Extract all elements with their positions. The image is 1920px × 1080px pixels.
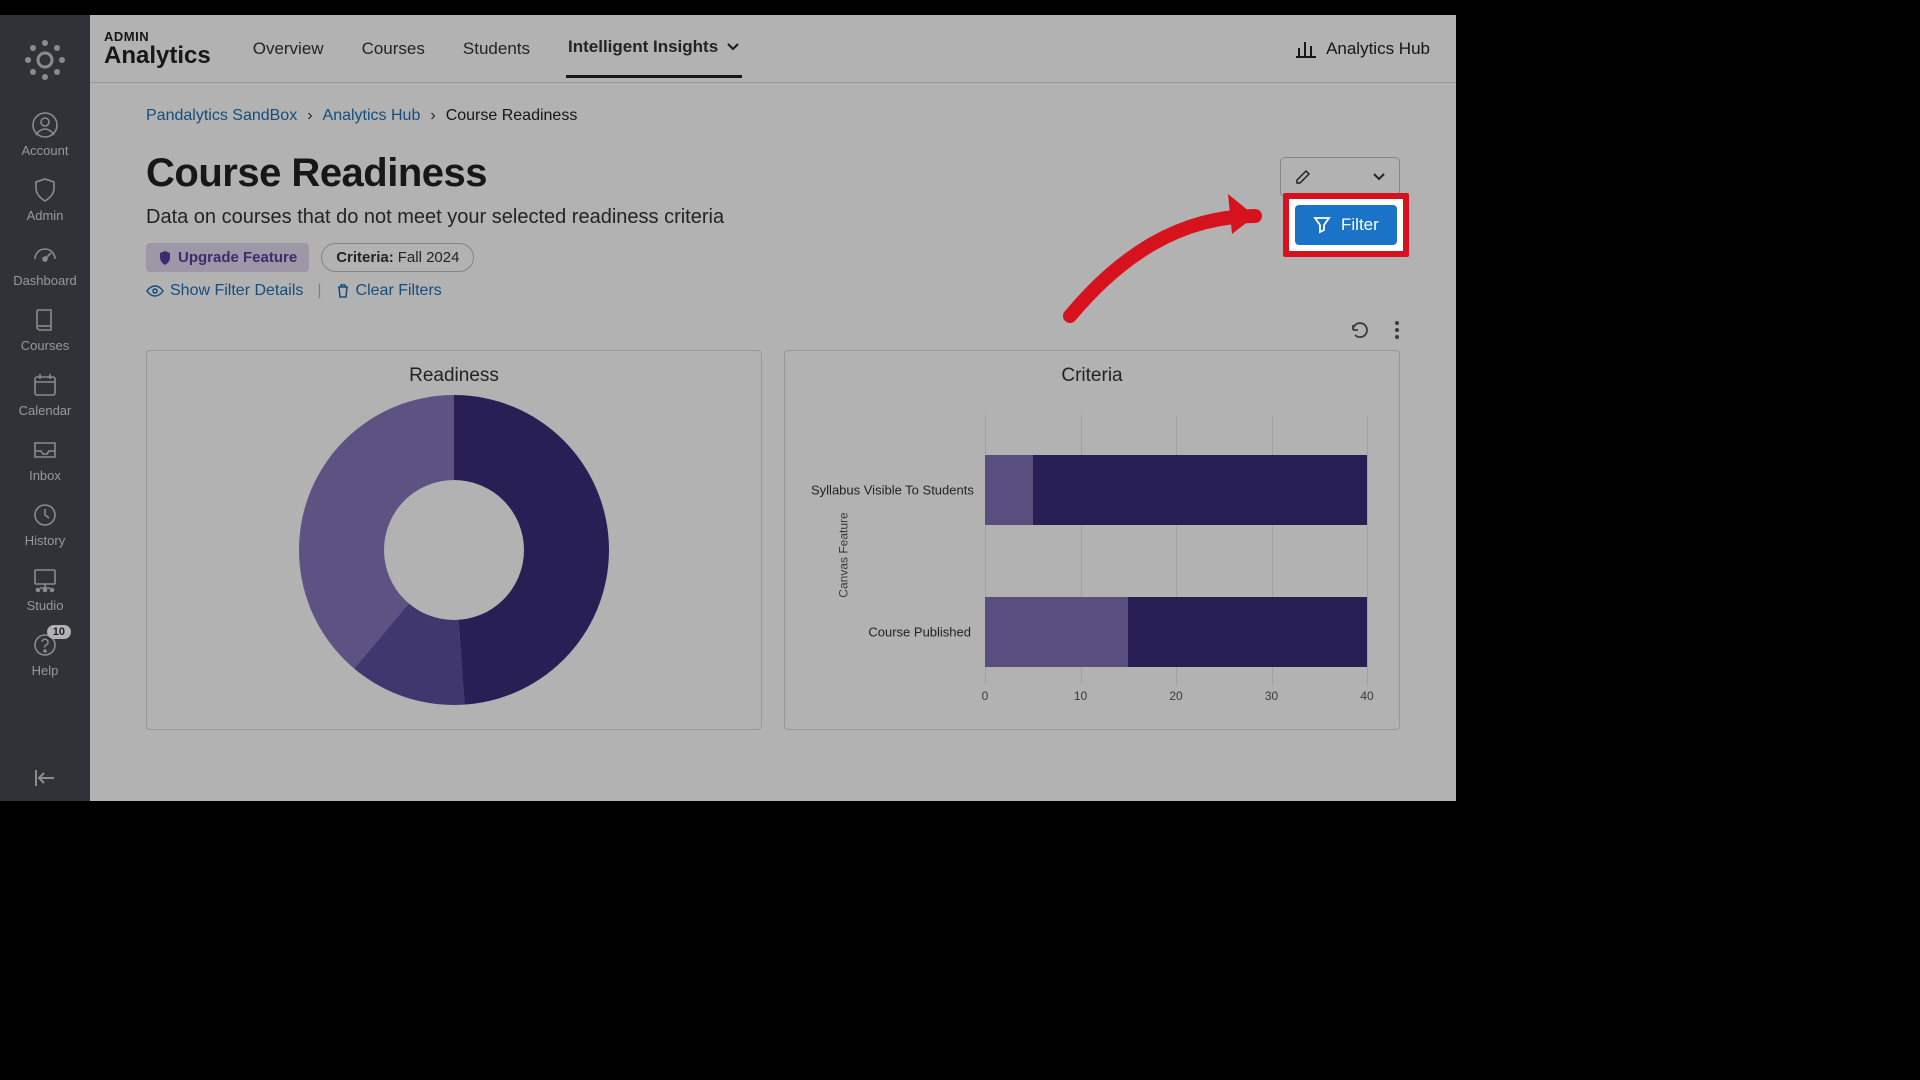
filter-button[interactable]: Filter	[1295, 205, 1397, 245]
hub-link-label: Analytics Hub	[1326, 39, 1430, 59]
card-title: Readiness	[167, 365, 741, 387]
refresh-button[interactable]	[1350, 320, 1370, 340]
trash-icon	[336, 283, 350, 299]
page-title: Course Readiness	[146, 151, 1280, 196]
x-tick: 20	[1169, 689, 1182, 703]
show-filter-details-link[interactable]: Show Filter Details	[146, 282, 303, 300]
nav-label: History	[25, 533, 65, 548]
more-menu-button[interactable]	[1394, 320, 1400, 340]
nav-inbox[interactable]: Inbox	[0, 428, 90, 493]
tab-overview[interactable]: Overview	[251, 39, 326, 77]
chip-value: Fall 2024	[398, 249, 460, 266]
analytics-hub-link[interactable]: Analytics Hub	[1296, 39, 1430, 59]
chip-key: Criteria:	[336, 249, 394, 266]
collapse-rail-button[interactable]	[0, 767, 90, 789]
nav-label: Help	[32, 663, 59, 678]
nav-label: Calendar	[19, 403, 72, 418]
tab-intelligent-insights[interactable]: Intelligent Insights	[566, 37, 742, 78]
nav-calendar[interactable]: Calendar	[0, 363, 90, 428]
nav-help[interactable]: 10 Help	[0, 623, 90, 688]
nav-label: Studio	[27, 598, 64, 613]
nav-label: Inbox	[29, 468, 61, 483]
chip-label: Upgrade Feature	[178, 249, 297, 266]
bar-segment	[985, 455, 1033, 525]
secondary-dropdown-button[interactable]	[1280, 157, 1400, 197]
shield-icon	[31, 176, 59, 204]
brand-big: Analytics	[104, 44, 211, 68]
bar-segment	[1128, 597, 1367, 667]
readiness-card: Readiness	[146, 350, 762, 730]
criteria-chip[interactable]: Criteria:Fall 2024	[321, 243, 474, 272]
gauge-icon	[31, 241, 59, 269]
crumb-current: Course Readiness	[446, 107, 578, 125]
nav-studio[interactable]: Studio	[0, 558, 90, 623]
nav-label: Admin	[27, 208, 64, 223]
nav-account[interactable]: Account	[0, 103, 90, 168]
readiness-donut-chart	[299, 395, 609, 705]
page-subtitle: Data on courses that do not meet your se…	[146, 206, 1280, 229]
link-label: Clear Filters	[356, 282, 442, 300]
nav-dashboard[interactable]: Dashboard	[0, 233, 90, 298]
bar-category-label: Course Published	[811, 625, 971, 640]
funnel-icon	[1313, 216, 1331, 234]
clear-filters-link[interactable]: Clear Filters	[336, 282, 442, 300]
main-panel: ADMIN Analytics Overview Courses Student…	[90, 15, 1456, 801]
bar-segment	[1033, 455, 1367, 525]
x-tick: 10	[1074, 689, 1087, 703]
studio-icon	[31, 566, 59, 594]
global-nav-rail: Account Admin Dashboard Courses	[0, 15, 90, 801]
chevron-right-icon: ›	[430, 107, 435, 125]
chevron-down-icon	[726, 42, 740, 52]
nav-history[interactable]: History	[0, 493, 90, 558]
top-tabs: Overview Courses Students Intelligent In…	[251, 19, 742, 78]
criteria-bar-chart: Canvas Feature Syllabus Visible To Stude…	[805, 395, 1379, 715]
canvas-logo	[22, 37, 68, 83]
nav-label: Courses	[21, 338, 69, 353]
link-label: Show Filter Details	[170, 282, 303, 300]
x-tick: 40	[1360, 689, 1373, 703]
bar-category-label: Syllabus Visible To Students	[811, 483, 971, 498]
crumb-sandbox[interactable]: Pandalytics SandBox	[146, 107, 297, 125]
topbar: ADMIN Analytics Overview Courses Student…	[90, 15, 1456, 83]
calendar-icon	[31, 371, 59, 399]
brand: ADMIN Analytics	[104, 29, 211, 68]
bar-chart-icon	[1296, 40, 1316, 58]
x-tick: 0	[982, 689, 989, 703]
nav-label: Dashboard	[13, 273, 77, 288]
bar-segment	[985, 597, 1128, 667]
shield-plus-icon	[158, 251, 172, 265]
filter-button-label: Filter	[1341, 215, 1379, 235]
eye-icon	[146, 284, 164, 298]
breadcrumb: Pandalytics SandBox › Analytics Hub › Co…	[146, 107, 1400, 125]
nav-admin[interactable]: Admin	[0, 168, 90, 233]
help-icon: 10	[31, 631, 59, 659]
nav-label: Account	[22, 143, 69, 158]
nav-courses[interactable]: Courses	[0, 298, 90, 363]
chevron-down-icon	[1373, 173, 1385, 181]
tab-students[interactable]: Students	[461, 39, 532, 77]
user-circle-icon	[31, 111, 59, 139]
book-icon	[31, 306, 59, 334]
criteria-card: Criteria Canvas Feature Syllabus Visible…	[784, 350, 1400, 730]
y-axis-label: Canvas Feature	[837, 512, 851, 597]
help-badge: 10	[47, 625, 71, 639]
crumb-analytics-hub[interactable]: Analytics Hub	[323, 107, 421, 125]
chevron-right-icon: ›	[307, 107, 312, 125]
upgrade-feature-chip[interactable]: Upgrade Feature	[146, 243, 309, 272]
card-title: Criteria	[805, 365, 1379, 387]
pencil-icon	[1295, 169, 1311, 185]
clock-icon	[31, 501, 59, 529]
tab-courses[interactable]: Courses	[360, 39, 427, 77]
inbox-icon	[31, 436, 59, 464]
x-tick: 30	[1265, 689, 1278, 703]
tab-label: Intelligent Insights	[568, 37, 718, 57]
